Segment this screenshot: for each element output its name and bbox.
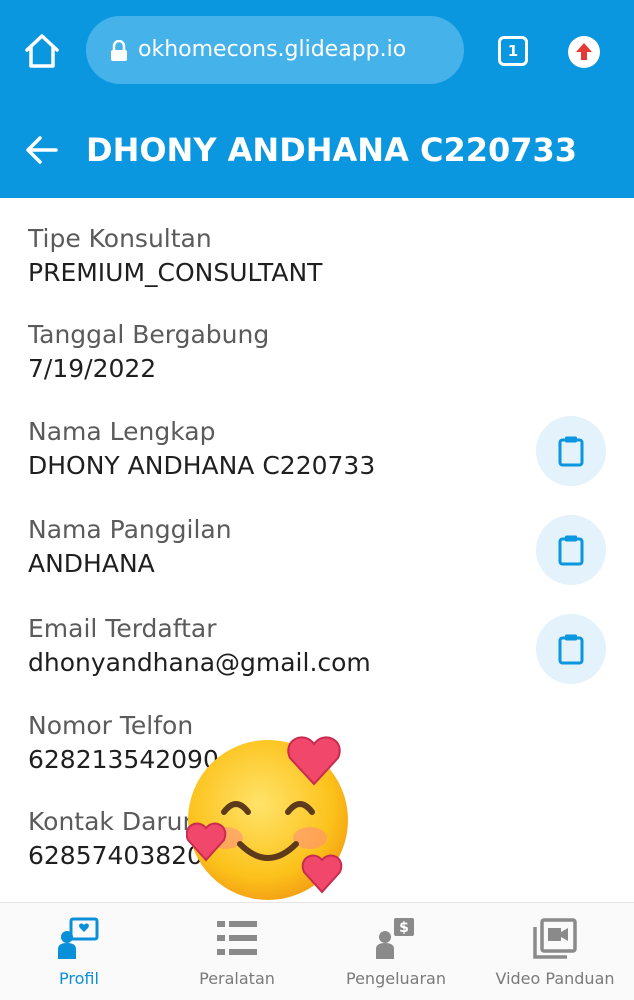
field-tanggal-bergabung: Tanggal Bergabung 7/19/2022: [28, 318, 528, 386]
field-label: Nama Panggilan: [28, 515, 232, 544]
field-value: PREMIUM_CONSULTANT: [28, 258, 323, 287]
field-value: dhonyandhana@gmail.com: [28, 648, 371, 677]
field-label: Tanggal Bergabung: [28, 320, 270, 349]
field-nama-lengkap: Nama Lengkap DHONY ANDHANA C220733: [28, 415, 528, 483]
clipboard-icon: [558, 535, 584, 566]
home-icon[interactable]: [22, 30, 62, 72]
copy-nama-panggilan-button[interactable]: [536, 515, 606, 585]
clipboard-icon: [558, 634, 584, 665]
address-bar[interactable]: okhomecons.glideapp.io: [86, 16, 464, 84]
svg-text:$: $: [399, 920, 409, 936]
app-header: DHONY ANDHANA C220733: [0, 102, 634, 198]
list-icon: [213, 917, 261, 961]
nav-label: Pengeluaran: [346, 969, 446, 988]
clipboard-icon: [558, 436, 584, 467]
field-label: Nama Lengkap: [28, 417, 216, 446]
url-text: okhomecons.glideapp.io: [138, 37, 407, 62]
copy-email-button[interactable]: [536, 614, 606, 684]
field-tipe-konsultan: Tipe Konsultan PREMIUM_CONSULTANT: [28, 222, 528, 290]
nav-label: Video Panduan: [495, 969, 615, 988]
field-label: Tipe Konsultan: [28, 224, 212, 253]
nav-tab-profil[interactable]: Profil: [0, 903, 158, 1000]
copy-nama-lengkap-button[interactable]: [536, 416, 606, 486]
browser-toolbar: okhomecons.glideapp.io 1: [0, 0, 634, 102]
tab-switcher-button[interactable]: 1: [498, 36, 528, 66]
smiling-hearts-emoji-sticker: [185, 734, 356, 904]
field-value: 7/19/2022: [28, 354, 157, 383]
lock-icon: [110, 39, 128, 62]
field-email-terdaftar: Email Terdaftar dhonyandhana@gmail.com: [28, 612, 528, 680]
video-library-icon: [531, 917, 579, 961]
nav-tab-pengeluaran[interactable]: $ Pengeluaran: [316, 903, 476, 1000]
field-value: ANDHANA: [28, 549, 155, 578]
field-value: DHONY ANDHANA C220733: [28, 451, 376, 480]
nav-tab-peralatan[interactable]: Peralatan: [158, 903, 316, 1000]
profile-chat-icon: [55, 917, 103, 961]
nav-label: Profil: [59, 969, 99, 988]
bottom-navigation: Profil Peralatan $ Pengeluaran Video Pan…: [0, 902, 634, 1000]
expense-icon: $: [372, 917, 420, 961]
nav-tab-video-panduan[interactable]: Video Panduan: [476, 903, 634, 1000]
field-nama-panggilan: Nama Panggilan ANDHANA: [28, 513, 528, 581]
back-arrow-icon[interactable]: [24, 133, 60, 167]
field-label: Email Terdaftar: [28, 614, 217, 643]
nav-label: Peralatan: [199, 969, 275, 988]
page-title: DHONY ANDHANA C220733: [86, 131, 578, 169]
update-arrow-icon[interactable]: [568, 36, 600, 68]
